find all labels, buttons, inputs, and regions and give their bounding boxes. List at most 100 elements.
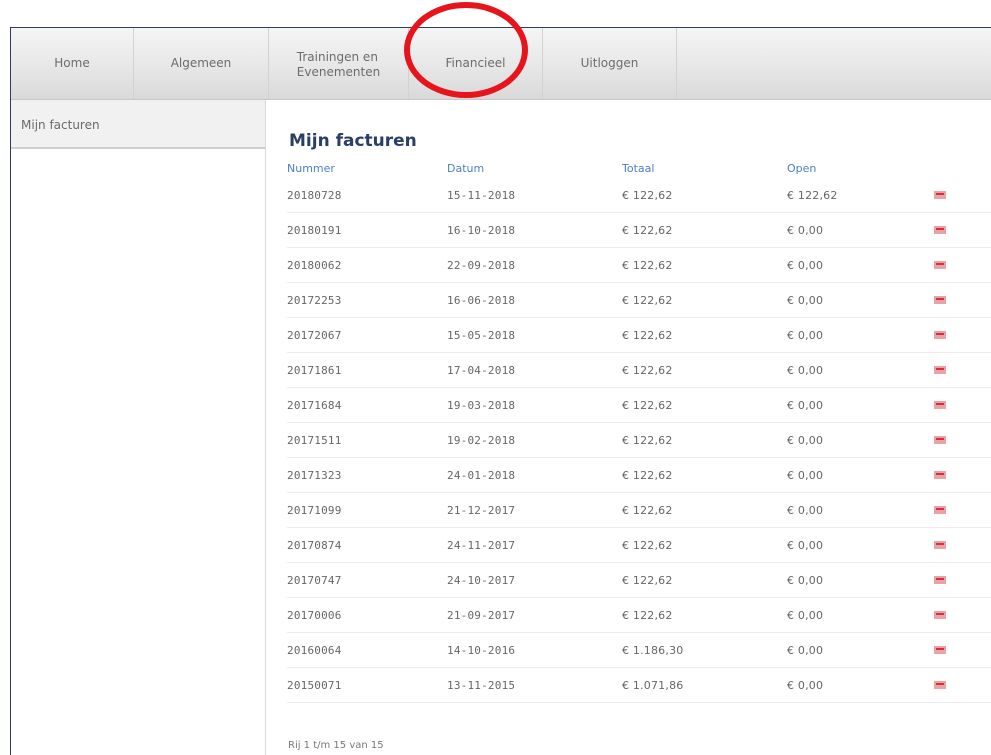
invoice-total: € 122,62 bbox=[622, 433, 673, 447]
pdf-cell bbox=[932, 574, 991, 587]
invoice-number: 20160064 bbox=[287, 643, 342, 657]
table-row: 20180191 16-10-2018 € 122,62 € 0,00 bbox=[287, 213, 991, 248]
invoice-total: € 122,62 bbox=[622, 258, 673, 272]
invoice-open: € 0,00 bbox=[787, 293, 824, 307]
pdf-icon[interactable] bbox=[934, 365, 946, 374]
invoice-open: € 122,62 bbox=[787, 188, 838, 202]
pdf-icon[interactable] bbox=[934, 610, 946, 619]
table-row: 20180062 22-09-2018 € 122,62 € 0,00 bbox=[287, 248, 991, 283]
invoice-number: 20180728 bbox=[287, 188, 342, 202]
table-row: 20172253 16-06-2018 € 122,62 € 0,00 bbox=[287, 283, 991, 318]
table-row: 20171511 19-02-2018 € 122,62 € 0,00 bbox=[287, 423, 991, 458]
pdf-cell bbox=[932, 609, 991, 622]
invoice-open: € 0,00 bbox=[787, 468, 824, 482]
nav-home[interactable]: Home bbox=[11, 28, 134, 99]
invoice-total: € 122,62 bbox=[622, 293, 673, 307]
invoice-date: 19-02-2018 bbox=[447, 433, 516, 447]
pdf-icon[interactable] bbox=[934, 260, 946, 269]
invoice-number: 20171861 bbox=[287, 363, 342, 377]
invoice-table: Nummer Datum Totaal Open 20180728 15-11-2… bbox=[287, 162, 991, 703]
invoice-total: € 122,62 bbox=[622, 608, 673, 622]
invoice-date: 22-09-2018 bbox=[447, 258, 516, 272]
pdf-icon[interactable] bbox=[934, 575, 946, 584]
invoice-open: € 0,00 bbox=[787, 223, 824, 237]
nav-uitloggen[interactable]: Uitloggen bbox=[543, 28, 677, 99]
invoice-open: € 0,00 bbox=[787, 573, 824, 587]
sidebar-item-label: Mijn facturen bbox=[21, 118, 100, 132]
invoice-number: 20172253 bbox=[287, 293, 342, 307]
pdf-icon[interactable] bbox=[934, 400, 946, 409]
pdf-icon[interactable] bbox=[934, 435, 946, 444]
column-header-nummer[interactable]: Nummer bbox=[287, 162, 447, 178]
table-row: 20171099 21-12-2017 € 122,62 € 0,00 bbox=[287, 493, 991, 528]
invoice-date: 24-01-2018 bbox=[447, 468, 516, 482]
nav-algemeen[interactable]: Algemeen bbox=[134, 28, 269, 99]
nav-home-label: Home bbox=[54, 56, 90, 70]
table-row: 20172067 15-05-2018 € 122,62 € 0,00 bbox=[287, 318, 991, 353]
table-row: 20170747 24-10-2017 € 122,62 € 0,00 bbox=[287, 563, 991, 598]
column-header-datum[interactable]: Datum bbox=[447, 162, 622, 178]
pdf-cell bbox=[932, 504, 991, 517]
invoice-date: 24-10-2017 bbox=[447, 573, 516, 587]
table-row: 20171684 19-03-2018 € 122,62 € 0,00 bbox=[287, 388, 991, 423]
pdf-cell bbox=[932, 539, 991, 552]
invoice-date: 15-11-2018 bbox=[447, 188, 516, 202]
invoice-total: € 1.186,30 bbox=[622, 643, 684, 657]
column-header-open[interactable]: Open bbox=[787, 162, 932, 178]
invoice-total: € 122,62 bbox=[622, 503, 673, 517]
nav-trainingen-evenementen[interactable]: Trainingen en Evenementen bbox=[269, 28, 409, 99]
invoice-date: 19-03-2018 bbox=[447, 398, 516, 412]
invoice-open: € 0,00 bbox=[787, 258, 824, 272]
nav-financieel[interactable]: Financieel bbox=[409, 28, 543, 99]
pdf-icon[interactable] bbox=[934, 470, 946, 479]
invoice-total: € 122,62 bbox=[622, 538, 673, 552]
invoice-open: € 0,00 bbox=[787, 398, 824, 412]
invoice-total: € 122,62 bbox=[622, 363, 673, 377]
invoice-open: € 0,00 bbox=[787, 608, 824, 622]
pdf-cell bbox=[932, 189, 991, 202]
pdf-cell bbox=[932, 469, 991, 482]
pdf-icon[interactable] bbox=[934, 540, 946, 549]
table-row: 20180728 15-11-2018 € 122,62 € 122,62 bbox=[287, 178, 991, 213]
invoice-open: € 0,00 bbox=[787, 328, 824, 342]
invoice-number: 20171511 bbox=[287, 433, 342, 447]
sidebar: Mijn facturen bbox=[11, 100, 266, 755]
pdf-icon[interactable] bbox=[934, 680, 946, 689]
invoice-number: 20170874 bbox=[287, 538, 342, 552]
invoice-open: € 0,00 bbox=[787, 503, 824, 517]
top-nav: Home Algemeen Trainingen en Evenementen … bbox=[11, 28, 991, 100]
invoice-number: 20170006 bbox=[287, 608, 342, 622]
pdf-icon[interactable] bbox=[934, 225, 946, 234]
nav-financieel-label: Financieel bbox=[445, 56, 506, 70]
page-title: Mijn facturen bbox=[289, 131, 417, 151]
table-body: 20180728 15-11-2018 € 122,62 € 122,62 201801… bbox=[287, 178, 991, 703]
pdf-cell bbox=[932, 224, 991, 237]
pdf-icon[interactable] bbox=[934, 330, 946, 339]
nav-algemeen-label: Algemeen bbox=[170, 56, 232, 70]
table-header: Nummer Datum Totaal Open bbox=[287, 162, 991, 178]
invoice-date: 13-11-2015 bbox=[447, 678, 516, 692]
invoice-date: 16-06-2018 bbox=[447, 293, 516, 307]
invoice-date: 16-10-2018 bbox=[447, 223, 516, 237]
invoice-number: 20171099 bbox=[287, 503, 342, 517]
pdf-icon[interactable] bbox=[934, 190, 946, 199]
pdf-cell bbox=[932, 259, 991, 272]
pdf-icon[interactable] bbox=[934, 505, 946, 514]
pdf-icon[interactable] bbox=[934, 645, 946, 654]
table-row: 20170006 21-09-2017 € 122,62 € 0,00 bbox=[287, 598, 991, 633]
invoice-date: 14-10-2016 bbox=[447, 643, 516, 657]
table-row: 20160064 14-10-2016 € 1.186,30 € 0,00 bbox=[287, 633, 991, 668]
pdf-cell bbox=[932, 364, 991, 377]
pdf-cell bbox=[932, 399, 991, 412]
pdf-cell bbox=[932, 644, 991, 657]
column-header-totaal[interactable]: Totaal bbox=[622, 162, 787, 178]
nav-trainingen-label: Trainingen en Evenementen bbox=[296, 49, 381, 79]
sidebar-item-mijn-facturen[interactable]: Mijn facturen bbox=[11, 100, 265, 149]
invoice-total: € 122,62 bbox=[622, 468, 673, 482]
pdf-cell bbox=[932, 329, 991, 342]
invoice-open: € 0,00 bbox=[787, 678, 824, 692]
invoice-number: 20180062 bbox=[287, 258, 342, 272]
invoice-open: € 0,00 bbox=[787, 643, 824, 657]
invoice-open: € 0,00 bbox=[787, 433, 824, 447]
pdf-icon[interactable] bbox=[934, 295, 946, 304]
